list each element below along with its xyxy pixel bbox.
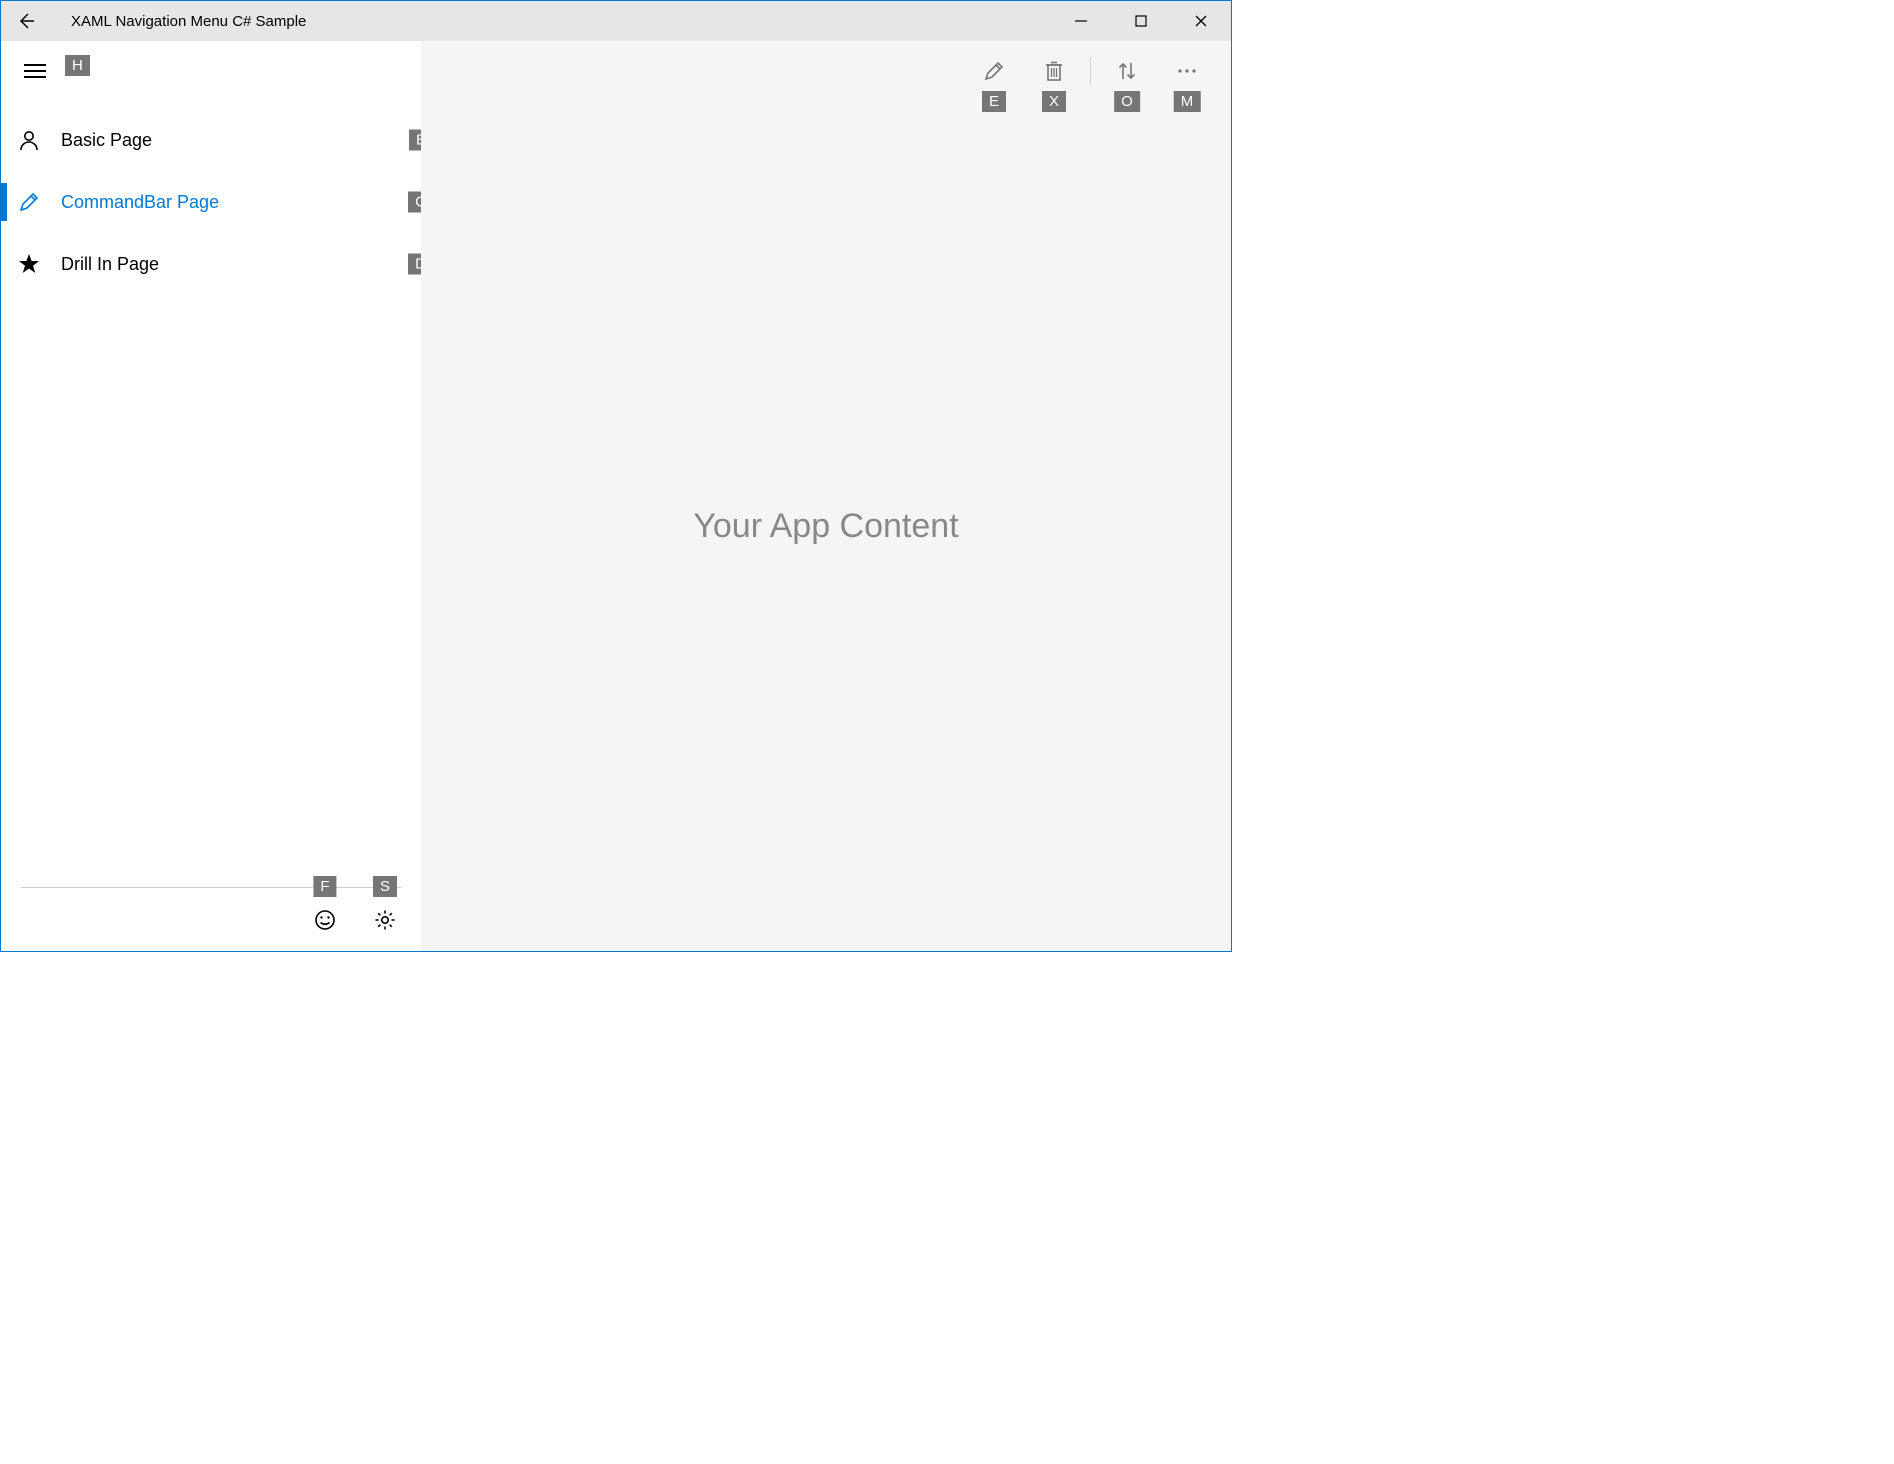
nav-sidebar: H Basic Page B CommandBar Page C (1, 41, 421, 951)
edit-icon (17, 190, 41, 214)
hamburger-icon (24, 63, 46, 79)
accesskey-badge: H (65, 55, 90, 76)
accesskey-badge: O (1114, 91, 1140, 112)
sort-icon (1116, 60, 1138, 82)
more-icon (1176, 68, 1198, 74)
edit-icon (983, 60, 1005, 82)
nav-item-commandbar-page[interactable]: CommandBar Page C (1, 171, 421, 233)
person-icon (17, 128, 41, 152)
edit-button[interactable]: E (966, 51, 1022, 91)
command-separator (1090, 57, 1091, 85)
close-button[interactable] (1171, 1, 1231, 41)
sidebar-top: H (1, 41, 421, 101)
more-button[interactable]: M (1159, 51, 1215, 91)
accesskey-badge: F (313, 876, 336, 897)
minimize-button[interactable] (1051, 1, 1111, 41)
gear-icon (374, 909, 396, 931)
command-bar: E X (421, 41, 1231, 101)
sidebar-bottom: F S (21, 887, 401, 951)
window-controls (1051, 1, 1231, 41)
nav-item-label: Drill In Page (61, 254, 159, 275)
trash-icon (1044, 60, 1064, 82)
nav-item-label: Basic Page (61, 130, 152, 151)
accesskey-badge: M (1174, 91, 1201, 112)
arrow-left-icon (16, 11, 36, 31)
nav-item-basic-page[interactable]: Basic Page B (1, 109, 421, 171)
accesskey-badge: S (373, 876, 397, 897)
star-icon (17, 252, 41, 276)
accesskey-badge: E (982, 91, 1006, 112)
nav-list: Basic Page B CommandBar Page C Drill In … (1, 109, 421, 295)
smiley-icon (314, 909, 336, 931)
content-area: E X (421, 41, 1231, 951)
nav-item-label: CommandBar Page (61, 192, 219, 213)
maximize-button[interactable] (1111, 1, 1171, 41)
feedback-button[interactable]: F (309, 904, 341, 936)
sort-button[interactable]: O (1099, 51, 1155, 91)
maximize-icon (1135, 15, 1147, 27)
close-icon (1195, 15, 1207, 27)
accesskey-badge: X (1042, 91, 1066, 112)
minimize-icon (1075, 15, 1087, 27)
delete-button[interactable]: X (1026, 51, 1082, 91)
content-main: Your App Content (421, 101, 1231, 951)
nav-item-drill-in-page[interactable]: Drill In Page D (1, 233, 421, 295)
hamburger-button[interactable] (17, 53, 53, 89)
settings-button[interactable]: S (369, 904, 401, 936)
content-placeholder: Your App Content (693, 507, 958, 546)
app-body: H Basic Page B CommandBar Page C (1, 41, 1231, 951)
title-bar: XAML Navigation Menu C# Sample (1, 1, 1231, 41)
app-window: XAML Navigation Menu C# Sample (0, 0, 1232, 952)
back-button[interactable] (11, 6, 41, 36)
window-title: XAML Navigation Menu C# Sample (71, 13, 306, 30)
